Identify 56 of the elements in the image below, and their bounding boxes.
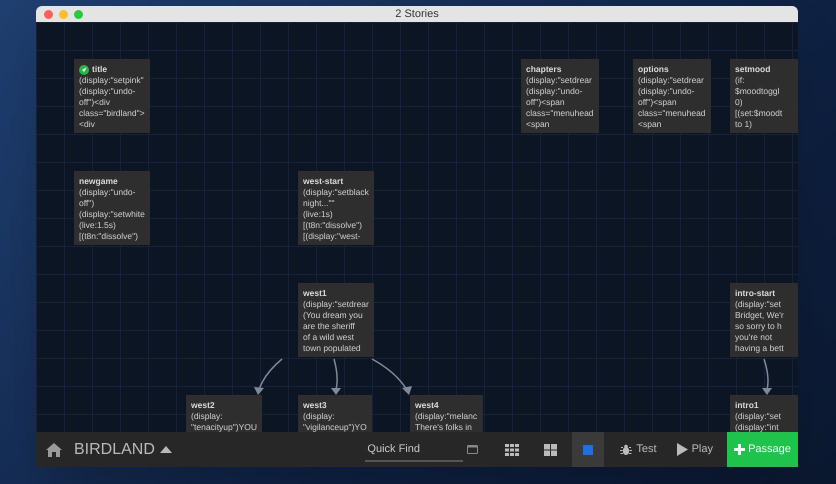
passage-excerpt: (display:"set Bridget, We'r so sorry to h you're not having a bett bbox=[735, 299, 785, 354]
passage-card[interactable]: west2 (display: "tenacityup")YOU bbox=[186, 395, 262, 432]
test-button[interactable]: Test bbox=[616, 432, 661, 467]
play-icon bbox=[676, 443, 688, 456]
passage-name: chapters bbox=[526, 64, 562, 75]
link-arrow bbox=[372, 358, 412, 395]
passage-name: west2 bbox=[191, 400, 215, 411]
passage-card[interactable]: west3 (display: "vigilanceup")YO bbox=[298, 395, 372, 432]
grid-icon bbox=[544, 444, 557, 456]
passage-card[interactable]: west4 (display:"melanc There's folks in bbox=[410, 395, 483, 432]
passage-name: options bbox=[638, 64, 669, 75]
passage-card[interactable]: setmood (if: $moodtoggl 0) [(set:$moodt to 1) bbox=[730, 59, 798, 133]
caret-icon bbox=[160, 446, 172, 453]
link-arrow bbox=[762, 358, 772, 395]
passage-name: west3 bbox=[303, 400, 327, 411]
passage-name: west1 bbox=[303, 288, 327, 299]
passage-excerpt: (display:"melanc There's folks in bbox=[415, 411, 478, 432]
square-icon bbox=[583, 444, 594, 454]
passage-excerpt: (display: "tenacityup")YOU bbox=[191, 411, 258, 432]
story-name-menu[interactable]: BIRDLAND bbox=[74, 438, 172, 462]
passage-excerpt: (display: "vigilanceup")YO bbox=[303, 411, 367, 432]
grid-icon bbox=[505, 444, 520, 456]
passage-excerpt: (display:"setdrear (You dream you are the sheriff of a wild west town populated bbox=[303, 299, 369, 354]
passage-card[interactable]: options (display:"setdrear (display:"undo- off")<span class="menuhead <span bbox=[633, 59, 711, 133]
passage-name: west-start bbox=[303, 176, 344, 187]
passage-card[interactable]: newgame (display:"undo- off") (display:"setwhite (live:1.5s) [(t8n:"dissolve") bbox=[74, 171, 150, 245]
passage-card[interactable]: west-start (display:"setblack night..."" (live:1s) [(t8n:"dissolve") [(display:"west- bbox=[298, 171, 374, 245]
passage-card[interactable]: chapters (display:"setdrear (display:"undo- off")<span class="menuhead <span bbox=[521, 59, 599, 133]
passage-excerpt: (if: $moodtoggl 0) [(set:$moodt to 1) bbox=[735, 75, 784, 130]
passage-name: intro-start bbox=[735, 288, 776, 299]
passage-card[interactable]: intro1 (display:"set (display:"int bbox=[730, 395, 798, 432]
passage-card[interactable]: title (display:"setpink" (display:"undo- off")<div class="birdland"> <div bbox=[74, 59, 150, 133]
passage-excerpt: (display:"set (display:"int bbox=[735, 411, 782, 432]
passage-name: west4 bbox=[415, 400, 439, 411]
passage-excerpt: (display:"setdrear (display:"undo- off")<span class="menuhead <span bbox=[526, 75, 594, 130]
passage-excerpt: (display:"undo- off") (display:"setwhite (live:1.5s) [(t8n:"dissolve") bbox=[79, 187, 145, 242]
window-title: 2 Stories bbox=[395, 6, 439, 22]
play-button[interactable]: Play bbox=[672, 432, 717, 467]
minimize-button[interactable] bbox=[59, 10, 68, 18]
passage-card[interactable]: intro-start (display:"set Bridget, We'r so sorry to h you're not having a bett bbox=[730, 283, 798, 357]
passage-name: setmood bbox=[735, 64, 770, 75]
passage-excerpt: (display:"setblack night..."" (live:1s) [(t8n:"dissolve") [(display:"west- bbox=[303, 187, 369, 242]
passage-excerpt: (display:"setdrear (display:"undo- off")<span class="menuhead <span bbox=[638, 75, 706, 130]
passage-name: title bbox=[92, 64, 108, 75]
passage-name: intro1 bbox=[735, 400, 759, 411]
passage-card[interactable]: west1 (display:"setdrear (You dream you are the sheriff of a wild west town populated bbox=[298, 283, 374, 357]
quick-find-field[interactable]: Quick Find bbox=[365, 438, 464, 462]
home-icon[interactable] bbox=[46, 442, 62, 456]
passage-excerpt: (display:"setpink" (display:"undo- off")<div class="birdland"> <div bbox=[79, 75, 145, 130]
plus-icon bbox=[734, 444, 746, 455]
link-arrow bbox=[254, 358, 282, 395]
bug-icon bbox=[620, 444, 632, 456]
close-button[interactable] bbox=[44, 10, 53, 18]
zoom-button[interactable] bbox=[74, 10, 83, 18]
passage-name: newgame bbox=[79, 176, 118, 187]
link-arrow bbox=[331, 358, 341, 395]
